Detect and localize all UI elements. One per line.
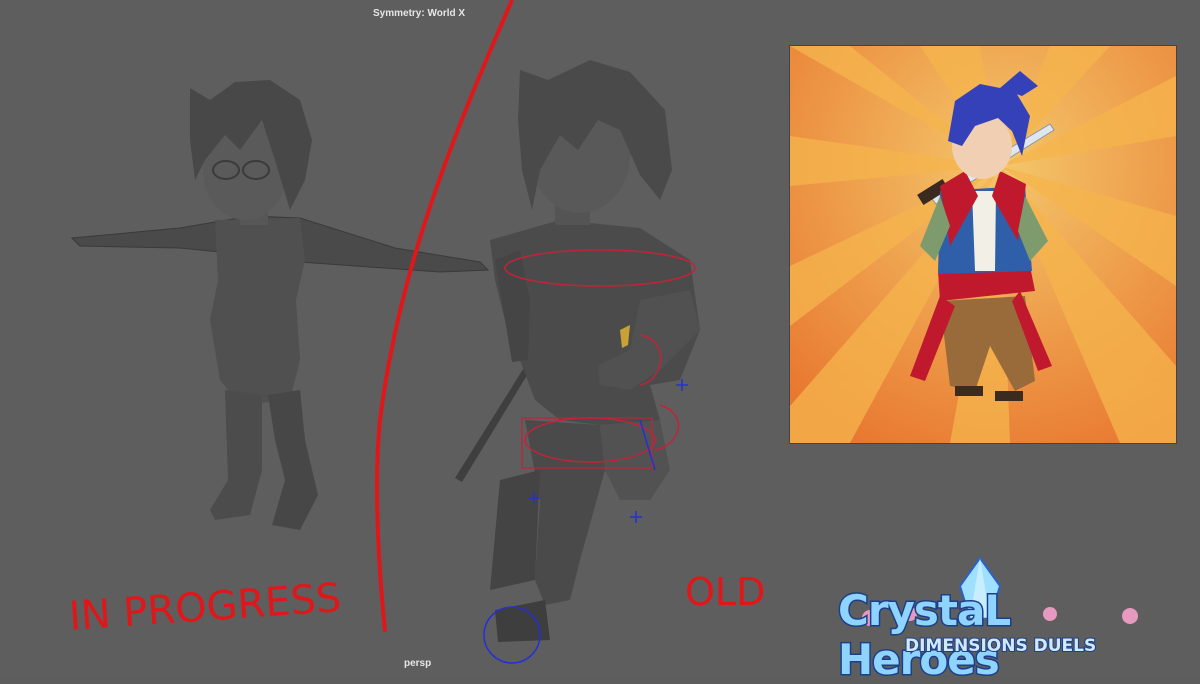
logo-subtitle: DIMENSIONS DUELS: [904, 635, 1097, 657]
logo-title: CrystaL Heroes: [837, 585, 1013, 684]
camera-label[interactable]: persp: [404, 658, 431, 669]
symmetry-label: Symmetry: World X: [373, 8, 466, 19]
divider-stroke: [375, 0, 514, 633]
label-old: OLD: [685, 570, 765, 614]
concept-art-image: [790, 46, 1176, 443]
maya-viewport[interactable]: IN PROGRESS OLD CrystaL Heroes DIMENSION…: [0, 0, 1200, 684]
concept-art-panel: [789, 45, 1177, 444]
model-old[interactable]: [455, 60, 700, 664]
game-logo: CrystaL Heroes DIMENSIONS DUELS: [830, 556, 1180, 684]
model-in-progress[interactable]: [70, 80, 490, 530]
label-in-progress: IN PROGRESS: [67, 575, 342, 640]
